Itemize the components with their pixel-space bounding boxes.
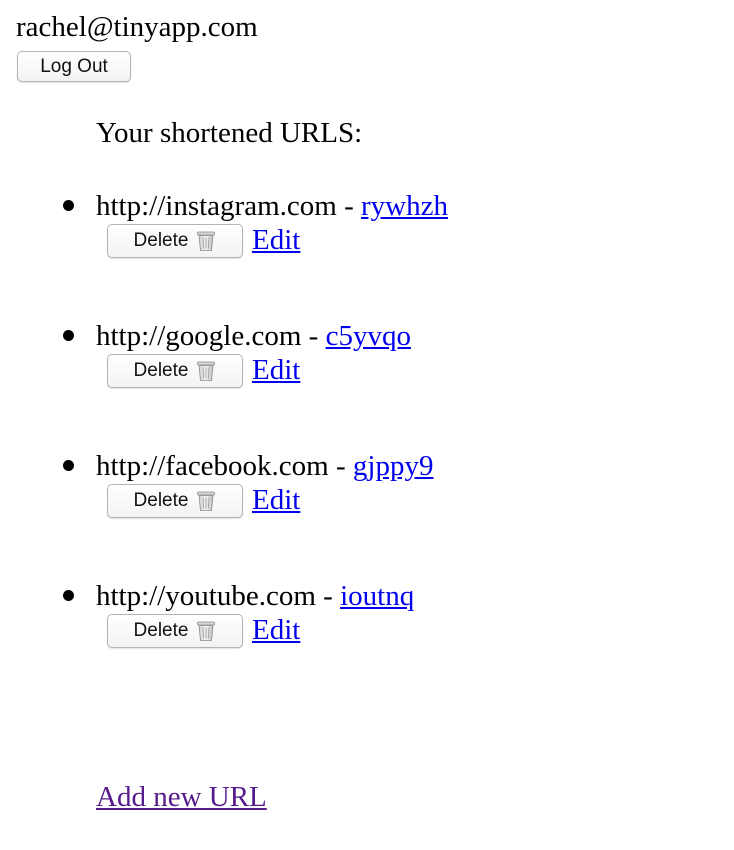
- delete-button[interactable]: Delete: [107, 354, 243, 388]
- long-url: http://google.com: [96, 320, 302, 352]
- delete-button[interactable]: Delete: [107, 614, 243, 648]
- separator: -: [336, 190, 361, 222]
- separator: -: [315, 580, 341, 612]
- separator: -: [328, 450, 353, 482]
- user-email: rachel@tinyapp.com: [16, 11, 258, 43]
- edit-link[interactable]: Edit: [252, 352, 300, 388]
- trash-can-icon: [197, 621, 216, 641]
- delete-label: Delete: [133, 490, 189, 511]
- bullet-icon: [63, 200, 74, 211]
- url-line: http://google.com - c5yvqo: [96, 318, 411, 354]
- short-url-link[interactable]: c5yvqo: [326, 320, 411, 352]
- long-url: http://facebook.com: [96, 450, 329, 482]
- edit-link[interactable]: Edit: [252, 482, 300, 518]
- bullet-icon: [63, 460, 74, 471]
- edit-link[interactable]: Edit: [252, 612, 300, 648]
- long-url: http://instagram.com: [96, 190, 337, 222]
- delete-label: Delete: [133, 620, 189, 641]
- trash-can-icon: [197, 491, 216, 511]
- bullet-icon: [63, 330, 74, 341]
- url-line: http://facebook.com - gjppy9: [96, 448, 433, 484]
- url-list-item: http://youtube.com - ioutnq Delete Edit: [0, 578, 734, 678]
- delete-button[interactable]: Delete: [107, 224, 243, 258]
- separator: -: [301, 320, 326, 352]
- url-line: http://instagram.com - rywhzh: [96, 188, 448, 224]
- url-list-item: http://facebook.com - gjppy9 Delete Edit: [0, 448, 734, 548]
- short-url-link[interactable]: ioutnq: [340, 580, 414, 612]
- trash-can-icon: [197, 231, 216, 251]
- page: rachel@tinyapp.com Log Out Your shortene…: [0, 0, 734, 850]
- trash-can-icon: [197, 361, 216, 381]
- add-new-url-link[interactable]: Add new URL: [96, 779, 267, 815]
- short-url-link[interactable]: gjppy9: [353, 450, 434, 482]
- url-list-item: http://google.com - c5yvqo Delete Edit: [0, 318, 734, 418]
- delete-label: Delete: [133, 360, 189, 381]
- edit-link[interactable]: Edit: [252, 222, 300, 258]
- urls-heading: Your shortened URLS:: [96, 117, 363, 149]
- long-url: http://youtube.com: [96, 580, 316, 612]
- url-list-item: http://instagram.com - rywhzh Delete Edi…: [0, 188, 734, 288]
- bullet-icon: [63, 590, 74, 601]
- delete-button[interactable]: Delete: [107, 484, 243, 518]
- logout-button[interactable]: Log Out: [17, 51, 131, 82]
- url-line: http://youtube.com - ioutnq: [96, 578, 414, 614]
- short-url-link[interactable]: rywhzh: [361, 190, 448, 222]
- delete-label: Delete: [133, 230, 189, 251]
